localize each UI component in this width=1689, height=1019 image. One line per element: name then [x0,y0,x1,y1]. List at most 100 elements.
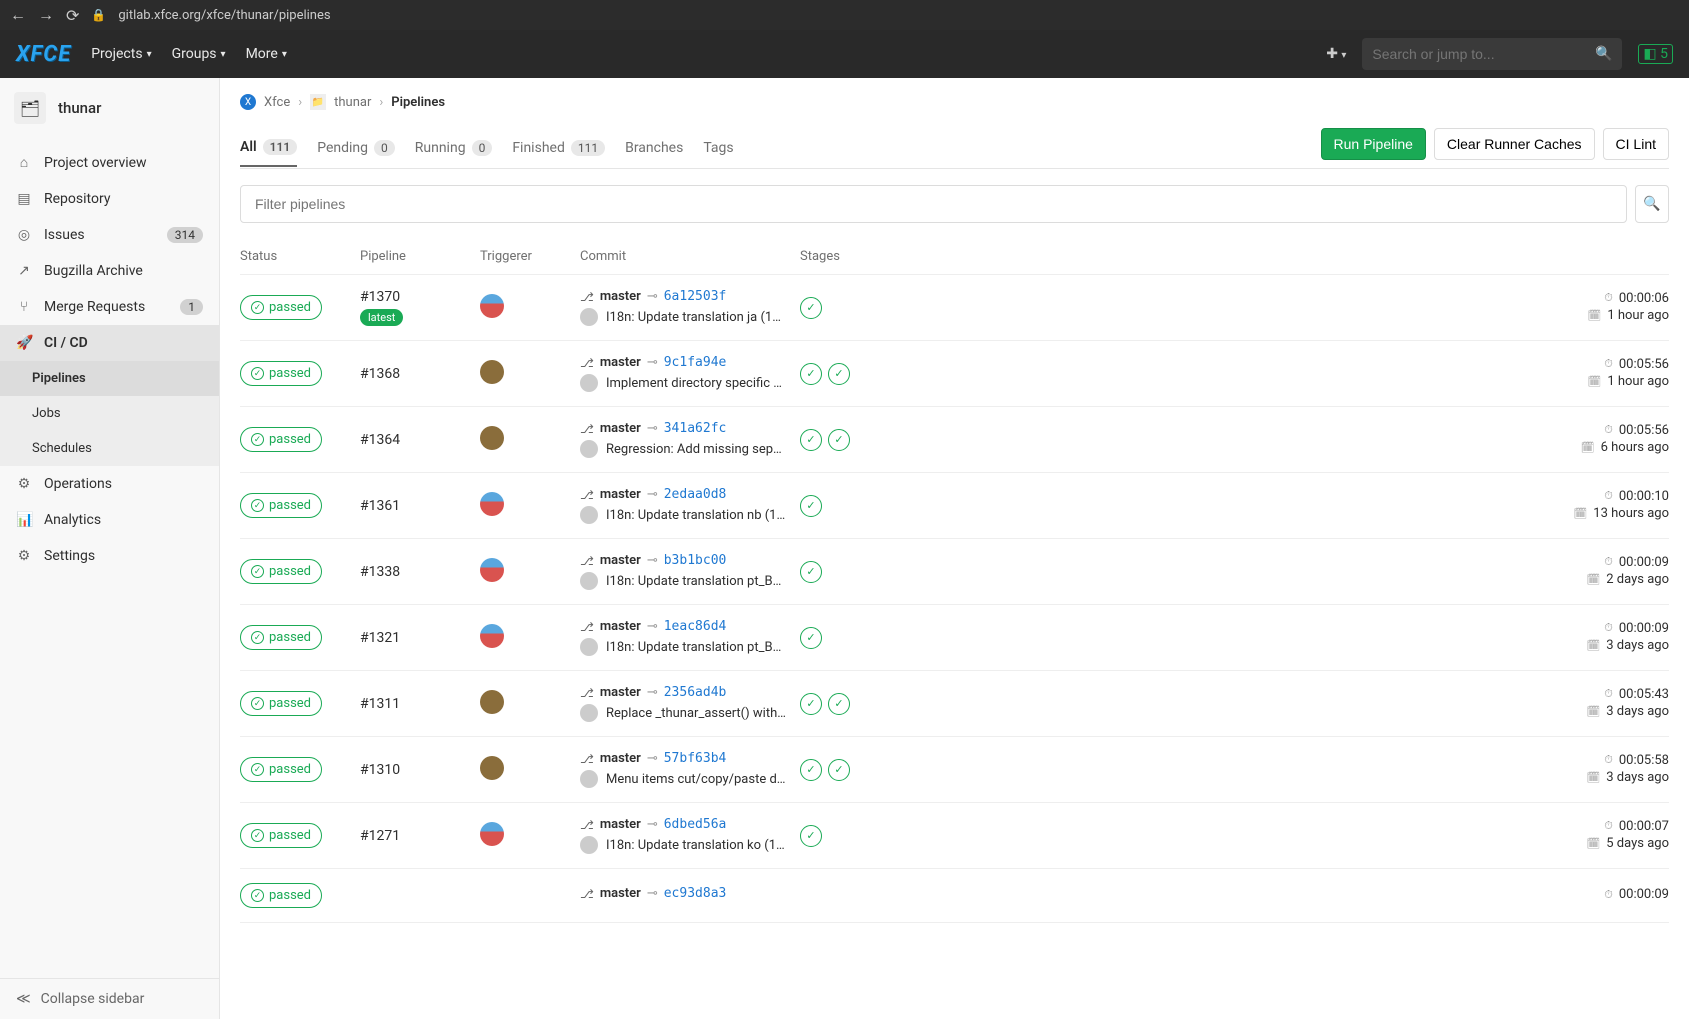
sidebar-item-project-overview[interactable]: ⌂Project overview [0,144,219,181]
triggerer-avatar[interactable] [480,492,504,516]
stage-icon[interactable]: ✓ [800,429,822,451]
sidebar-item-settings[interactable]: ⚙Settings [0,538,219,574]
pipeline-id[interactable]: #1370 [360,289,480,305]
status-badge[interactable]: ✓passed [240,361,322,386]
search-icon[interactable]: 🔍 [1595,46,1612,62]
menu-groups[interactable]: Groups▾ [172,46,226,62]
triggerer-avatar[interactable] [480,624,504,648]
global-search-input[interactable] [1372,46,1595,62]
commit-message[interactable]: I18n: Update translation pt_BR... [606,640,786,655]
triggerer-avatar[interactable] [480,822,504,846]
filter-search-button[interactable]: 🔍 [1635,185,1669,223]
sidebar-subitem-jobs[interactable]: Jobs [0,396,219,431]
breadcrumb-root[interactable]: Xfce [264,95,290,110]
filter-pipelines-input[interactable] [240,185,1627,223]
pipeline-id[interactable]: #1364 [360,432,480,448]
tab-running[interactable]: Running0 [415,129,493,167]
commit-message[interactable]: Menu items cut/copy/paste do... [606,772,786,787]
status-badge[interactable]: ✓passed [240,823,322,848]
branch-name[interactable]: master [600,553,641,568]
menu-projects[interactable]: Projects▾ [91,46,151,62]
status-badge[interactable]: ✓passed [240,493,322,518]
commit-sha[interactable]: 1eac86d4 [664,619,727,634]
stage-icon[interactable]: ✓ [828,429,850,451]
commit-sha[interactable]: 341a62fc [664,421,727,436]
branch-name[interactable]: master [600,289,641,304]
tab-all[interactable]: All111 [240,129,297,167]
url-bar[interactable]: gitlab.xfce.org/xfce/thunar/pipelines [118,8,330,23]
sidebar-item-merge-requests[interactable]: ⑂Merge Requests1 [0,289,219,325]
breadcrumb-project[interactable]: thunar [334,95,371,110]
stage-icon[interactable]: ✓ [800,627,822,649]
branch-name[interactable]: master [600,751,641,766]
tab-tags[interactable]: Tags [703,129,733,167]
stage-icon[interactable]: ✓ [828,759,850,781]
menu-more[interactable]: More▾ [246,46,287,62]
commit-sha[interactable]: ec93d8a3 [664,886,727,901]
sidebar-project-header[interactable]: 🗂 thunar [0,78,219,138]
triggerer-avatar[interactable] [480,360,504,384]
logo[interactable]: XFCE [16,42,71,67]
status-badge[interactable]: ✓passed [240,757,322,782]
stage-icon[interactable]: ✓ [800,759,822,781]
commit-sha[interactable]: 6a12503f [664,289,727,304]
reload-icon[interactable]: ⟳ [66,6,79,25]
commit-message[interactable]: Replace _thunar_assert() with ... [606,706,786,721]
commit-message[interactable]: Implement directory specific s... [606,376,786,391]
pipeline-id[interactable]: #1310 [360,762,480,778]
tab-branches[interactable]: Branches [625,129,683,167]
run-pipeline-button[interactable]: Run Pipeline [1321,128,1426,160]
pipeline-id[interactable]: #1311 [360,696,480,712]
status-badge[interactable]: ✓passed [240,883,322,908]
sidebar-item-repository[interactable]: ▤Repository [0,181,219,217]
plus-icon[interactable]: ✚ ▾ [1326,46,1346,62]
status-badge[interactable]: ✓passed [240,625,322,650]
commit-message[interactable]: I18n: Update translation pt_BR... [606,574,786,589]
commit-message[interactable]: I18n: Update translation ko (1... [606,838,786,853]
branch-name[interactable]: master [600,421,641,436]
branch-name[interactable]: master [600,817,641,832]
stage-icon[interactable]: ✓ [828,363,850,385]
commit-sha[interactable]: 9c1fa94e [664,355,727,370]
stage-icon[interactable]: ✓ [800,825,822,847]
sidebar-subitem-schedules[interactable]: Schedules [0,431,219,466]
commit-message[interactable]: I18n: Update translation nb (1... [606,508,786,523]
todo-badge[interactable]: ◧ 5 [1638,44,1673,64]
commit-sha[interactable]: 57bf63b4 [664,751,727,766]
status-badge[interactable]: ✓passed [240,295,322,320]
commit-message[interactable]: I18n: Update translation ja (10... [606,310,786,325]
commit-sha[interactable]: 6dbed56a [664,817,727,832]
back-icon[interactable]: ← [10,5,26,25]
pipeline-id[interactable]: #1361 [360,498,480,514]
sidebar-subitem-pipelines[interactable]: Pipelines [0,361,219,396]
commit-sha[interactable]: 2edaa0d8 [664,487,727,502]
stage-icon[interactable]: ✓ [828,693,850,715]
triggerer-avatar[interactable] [480,690,504,714]
stage-icon[interactable]: ✓ [800,495,822,517]
branch-name[interactable]: master [600,685,641,700]
branch-name[interactable]: master [600,886,641,901]
stage-icon[interactable]: ✓ [800,297,822,319]
triggerer-avatar[interactable] [480,756,504,780]
stage-icon[interactable]: ✓ [800,561,822,583]
sidebar-item-issues[interactable]: ◎Issues314 [0,217,219,253]
triggerer-avatar[interactable] [480,294,504,318]
triggerer-avatar[interactable] [480,426,504,450]
status-badge[interactable]: ✓passed [240,691,322,716]
tab-finished[interactable]: Finished111 [512,129,605,167]
sidebar-item-ci-cd[interactable]: 🚀CI / CD [0,325,219,361]
triggerer-avatar[interactable] [480,558,504,582]
commit-message[interactable]: Regression: Add missing sepe... [606,442,786,457]
status-badge[interactable]: ✓passed [240,427,322,452]
sidebar-item-analytics[interactable]: 📊Analytics [0,502,219,538]
sidebar-item-bugzilla-archive[interactable]: ↗Bugzilla Archive [0,253,219,289]
commit-sha[interactable]: b3b1bc00 [664,553,727,568]
pipeline-id[interactable]: #1321 [360,630,480,646]
stage-icon[interactable]: ✓ [800,693,822,715]
tab-pending[interactable]: Pending0 [317,129,395,167]
pipeline-id[interactable]: #1271 [360,828,480,844]
global-search[interactable]: 🔍 [1362,38,1622,70]
clear-caches-button[interactable]: Clear Runner Caches [1434,128,1595,160]
stage-icon[interactable]: ✓ [800,363,822,385]
branch-name[interactable]: master [600,487,641,502]
